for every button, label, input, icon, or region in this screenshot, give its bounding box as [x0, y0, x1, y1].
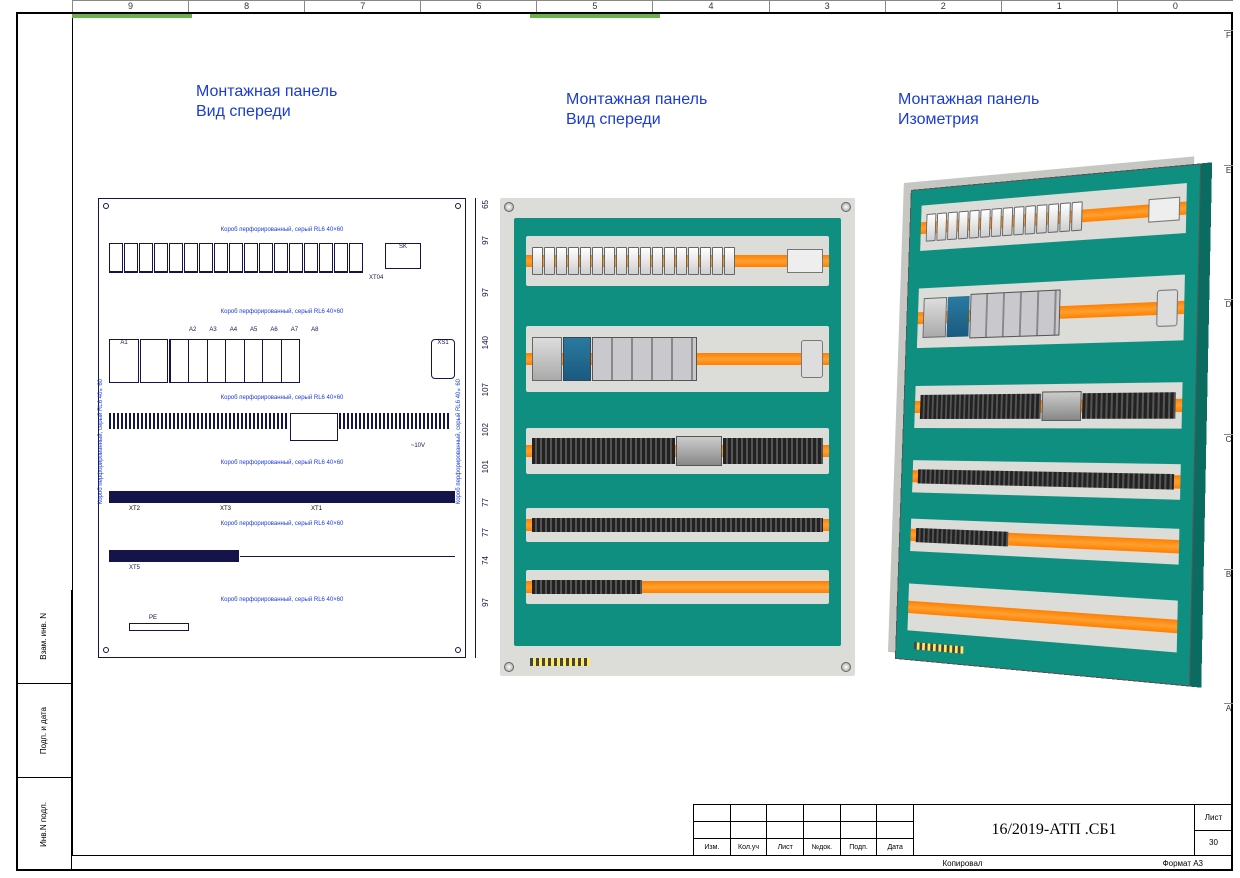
- view3-panel-isometric: [893, 177, 1213, 677]
- view2-panel-front-render: [500, 198, 855, 676]
- title-block: Изм.Кол.учЛист№док.Подп.Дата 16/2019-АТП…: [693, 804, 1233, 856]
- drawing-number: 16/2019-АТП .СБ1: [914, 805, 1194, 855]
- side-stamp: Взам. инв. N Подп. и дата Инв.N подл.: [16, 590, 72, 871]
- footer-line: КопировалФормат A3: [72, 856, 1233, 871]
- view3-title: Монтажная панельИзометрия: [898, 90, 1039, 130]
- duct-label: Короб перфорированный, серый RL6 40×60: [99, 521, 465, 527]
- pe-label: PE: [149, 615, 157, 621]
- duct-label: Короб перфорированный, серый RL6 40×60: [99, 309, 465, 315]
- view1-title: Монтажная панельВид спереди: [196, 82, 337, 122]
- column-ruler: 9876543210: [72, 0, 1233, 12]
- duct-label: Короб перфорированный, серый RL6 40×60: [99, 227, 465, 233]
- fold-mark: [72, 14, 192, 18]
- pe-bar: [530, 658, 590, 666]
- duct-label: Короб перфорированный, серый RL6 40×60: [99, 460, 465, 466]
- duct-label: Короб перфорированный, серый RL6 40×60: [99, 395, 465, 401]
- fold-mark: [530, 14, 660, 18]
- view1-panel-front-drawing: Короб перфорированный, серый RL6 40×60 S…: [98, 198, 466, 658]
- row-ruler: FEDCBA: [1224, 30, 1233, 838]
- terminal-label: XT04: [369, 275, 383, 281]
- dimension-column: 65 97 97 140 107 102 101 77 77 74 97: [467, 198, 497, 658]
- duct-label: Короб перфорированный, серый RL6 40×60: [99, 597, 465, 603]
- view2-title: Монтажная панельВид спереди: [566, 90, 707, 130]
